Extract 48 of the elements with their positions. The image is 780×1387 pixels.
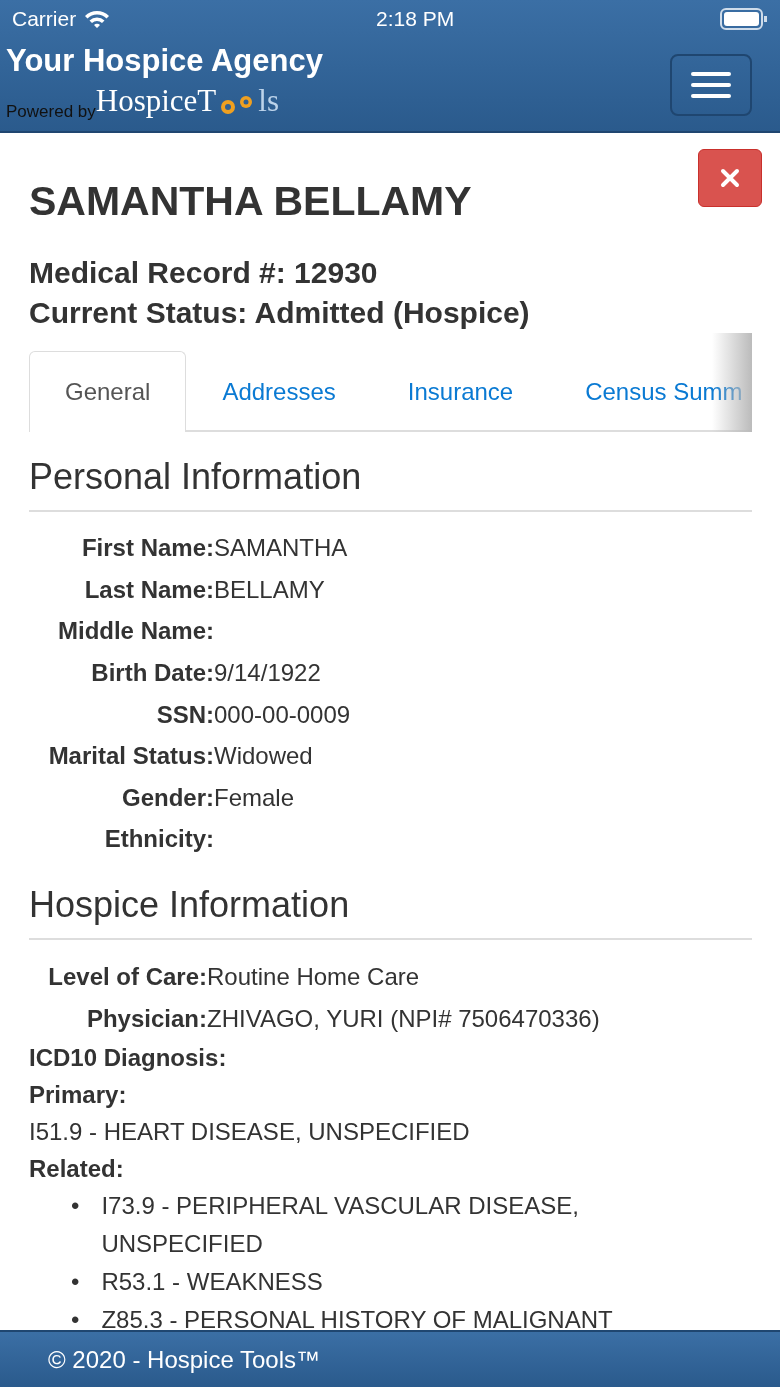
field-value: Routine Home Care <box>207 962 420 993</box>
battery-icon <box>720 8 768 30</box>
diagnosis-label: ICD10 Diagnosis: <box>29 1043 228 1074</box>
primary-diagnosis: I51.9 - HEART DISEASE, UNSPECIFIED <box>29 1117 471 1148</box>
tab[interactable]: Insurance <box>371 350 550 432</box>
field-value: 9/14/1922 <box>214 658 321 689</box>
field-label: Ethnicity: <box>103 824 214 855</box>
field-label: Last Name: <box>83 574 214 605</box>
menu-button[interactable] <box>670 53 752 116</box>
bullet: • <box>71 1305 80 1330</box>
field-label: Marital Status: <box>47 741 214 772</box>
agency-title: Your Hospice Agency <box>6 44 323 79</box>
bullet: • <box>71 1191 80 1222</box>
medical-record: Medical Record #: 12930 <box>29 254 379 291</box>
clock: 2:18 PM <box>375 6 455 33</box>
field-label: First Name: <box>80 533 214 564</box>
related-diagnosis: I73.9 - PERIPHERAL VASCULAR DISEASE, UNSPECIFIED <box>101 1191 580 1260</box>
primary-label: Primary: <box>29 1080 128 1111</box>
related-diagnosis: Z85.3 - PERSONAL HISTORY OF MALIGNANT <box>101 1305 613 1330</box>
copyright-text: © 2020 - Hospice Tools™ <box>48 1344 321 1375</box>
field-value: Female <box>214 782 295 813</box>
field-value: SAMANTHA <box>214 533 348 564</box>
related-diagnosis: R53.1 - WEAKNESS <box>101 1267 323 1298</box>
field-value: 000-00-0009 <box>214 699 351 730</box>
field-value: Widowed <box>214 741 313 772</box>
field-label: Middle Name: <box>56 616 214 647</box>
close-button[interactable] <box>698 149 762 207</box>
section-heading: Hospice Information <box>29 878 752 941</box>
current-status: Current Status: Admitted (Hospice) <box>29 294 531 331</box>
field-value: ZHIVAGO, YURI (NPI# 7506470336) <box>207 1003 600 1034</box>
field-value: BELLAMY <box>214 574 325 605</box>
field-label: SSN: <box>155 699 214 730</box>
field-label: Level of Care: <box>47 962 207 993</box>
wifi-icon <box>84 9 111 29</box>
field-label: Birth Date: <box>90 658 214 689</box>
section-heading: Personal Information <box>29 449 752 512</box>
related-label: Related: <box>29 1154 125 1185</box>
powered-by-label: Powered by <box>6 102 96 124</box>
carrier-label: Carrier <box>12 6 77 33</box>
close-icon <box>720 168 740 188</box>
tab[interactable]: Census Summ <box>549 350 752 432</box>
field-label: Gender: <box>121 782 214 813</box>
tab[interactable]: Addresses <box>186 350 372 432</box>
field-label: Physician: <box>85 1003 207 1034</box>
brand-logo: HospiceT ls <box>95 82 279 119</box>
bullet: • <box>71 1267 80 1298</box>
patient-name: SAMANTHA BELLAMY <box>29 177 473 226</box>
tab[interactable]: General <box>29 350 187 432</box>
